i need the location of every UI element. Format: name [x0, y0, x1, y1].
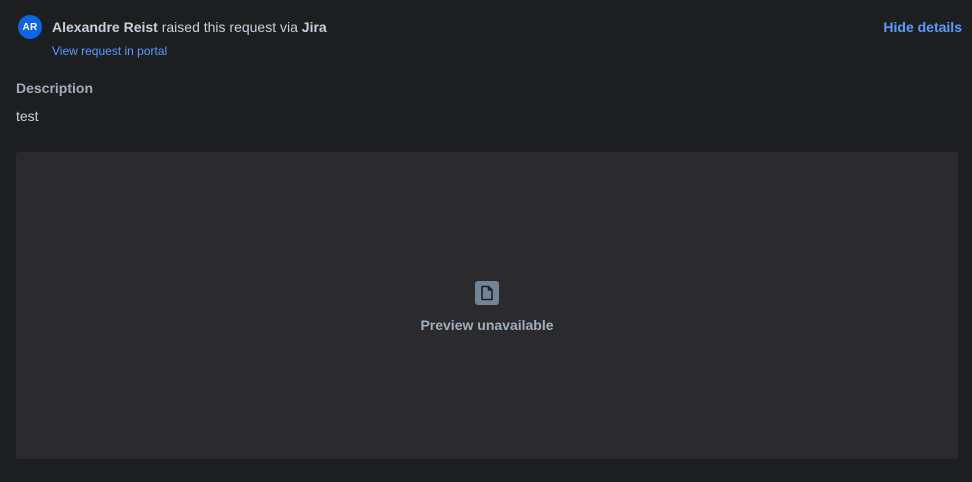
hide-details-button[interactable]: Hide details	[883, 19, 962, 35]
avatar-initials: AR	[22, 21, 38, 33]
description-heading: Description	[16, 80, 94, 96]
file-icon	[475, 281, 499, 305]
requester-name[interactable]: Alexandre Reist	[52, 19, 158, 35]
raised-text: raised this request via	[157, 19, 302, 35]
raised-block: Alexandre Reist raised this request via …	[52, 19, 327, 58]
view-in-portal-link[interactable]: View request in portal	[52, 44, 327, 58]
raised-line: Alexandre Reist raised this request via …	[52, 19, 327, 35]
attachment-preview[interactable]: Preview unavailable	[16, 152, 958, 459]
description-text: test	[16, 108, 39, 124]
requester-header: AR Alexandre Reist raised this request v…	[18, 15, 327, 58]
channel-name: Jira	[301, 19, 327, 35]
preview-unavailable-label: Preview unavailable	[420, 317, 554, 333]
file-icon-glyph	[481, 285, 493, 301]
avatar[interactable]: AR	[18, 15, 42, 39]
request-details-panel: AR Alexandre Reist raised this request v…	[0, 0, 972, 482]
